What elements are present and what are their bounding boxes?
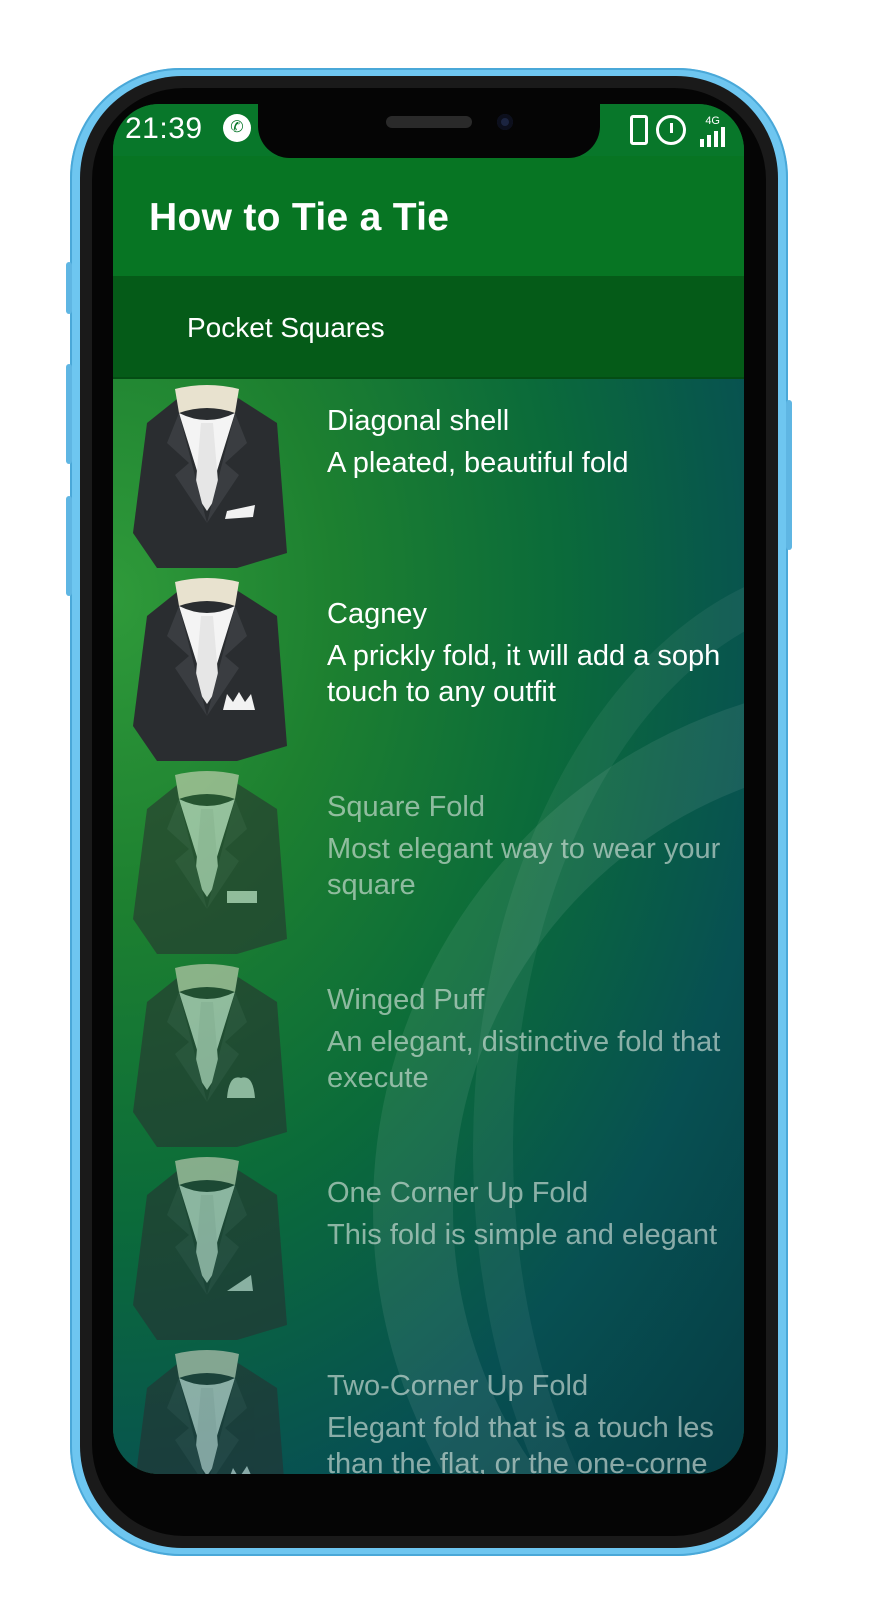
pocket-square-list: Diagonal shell A pleated, beautiful fold …: [113, 379, 744, 1474]
side-button: [66, 496, 72, 596]
list-container[interactable]: Diagonal shell A pleated, beautiful fold …: [113, 379, 744, 1474]
power-button: [786, 400, 792, 550]
item-description-line: Most elegant way to wear your: [327, 833, 721, 865]
volume-up-button: [66, 262, 72, 314]
item-title: Winged Puff: [327, 984, 485, 1016]
item-title: Two-Corner Up Fold: [327, 1370, 589, 1402]
list-item[interactable]: Cagney A prickly fold, it will add a soph…: [113, 572, 744, 765]
alarm-icon: [656, 115, 686, 145]
signal-icon: [700, 123, 725, 147]
item-description: Elegant fold that is a touch les than the…: [327, 1410, 744, 1474]
item-title: Cagney: [327, 598, 427, 630]
list-item[interactable]: Two-Corner Up Fold Elegant fold that is a…: [113, 1344, 744, 1474]
item-description-line: An elegant, distinctive fold that: [327, 1026, 721, 1058]
suit-thumbnail-icon: [133, 578, 287, 761]
volume-down-button: [66, 364, 72, 464]
list-item[interactable]: Winged Puff An elegant, distinctive fold …: [113, 958, 744, 1151]
item-title: Diagonal shell: [327, 405, 510, 437]
screen: 21:39 ✆ 4G How to Tie a Tie Pocket Squar…: [113, 104, 744, 1474]
signal-group: 4G: [694, 115, 734, 147]
suit-thumbnail-icon: [133, 385, 287, 568]
item-description: An elegant, distinctive fold that execute: [327, 1024, 744, 1096]
camera: [497, 114, 513, 130]
item-description-line: Elegant fold that is a touch les: [327, 1412, 714, 1444]
app-bar: How to Tie a Tie: [113, 156, 744, 276]
suit-thumbnail-icon: [133, 771, 287, 954]
item-description-line: A prickly fold, it will add a soph: [327, 640, 721, 672]
item-title: One Corner Up Fold: [327, 1177, 589, 1209]
whatsapp-icon: ✆: [223, 114, 251, 142]
tab-pocket-squares[interactable]: Pocket Squares: [187, 312, 385, 344]
status-time: 21:39: [125, 112, 203, 145]
suit-thumbnail-icon: [133, 964, 287, 1147]
suit-thumbnail-icon: [133, 1157, 287, 1340]
item-description: This fold is simple and elegant: [327, 1217, 744, 1253]
tab-bar: Pocket Squares: [113, 276, 744, 379]
item-description-line: touch to any outfit: [327, 676, 556, 708]
item-description-line: execute: [327, 1062, 429, 1094]
vibrate-icon: [630, 115, 648, 145]
list-item[interactable]: Square Fold Most elegant way to wear your…: [113, 765, 744, 958]
page-title: How to Tie a Tie: [149, 196, 450, 239]
item-description-line: square: [327, 869, 416, 901]
list-item[interactable]: One Corner Up Fold This fold is simple an…: [113, 1151, 744, 1344]
notch: [258, 104, 600, 158]
speaker: [386, 116, 472, 128]
item-description: A prickly fold, it will add a soph touch …: [327, 638, 744, 710]
item-description-line: than the flat, or the one-corne: [327, 1448, 708, 1474]
item-description: Most elegant way to wear your square: [327, 831, 744, 903]
item-description-line: This fold is simple and elegant: [327, 1219, 718, 1251]
suit-thumbnail-icon: [136, 1350, 284, 1474]
list-item[interactable]: Diagonal shell A pleated, beautiful fold: [113, 379, 744, 572]
item-title: Square Fold: [327, 791, 485, 823]
status-icons: 4G: [630, 112, 734, 148]
item-description-line: A pleated, beautiful fold: [327, 447, 629, 479]
item-description: A pleated, beautiful fold: [327, 445, 744, 481]
